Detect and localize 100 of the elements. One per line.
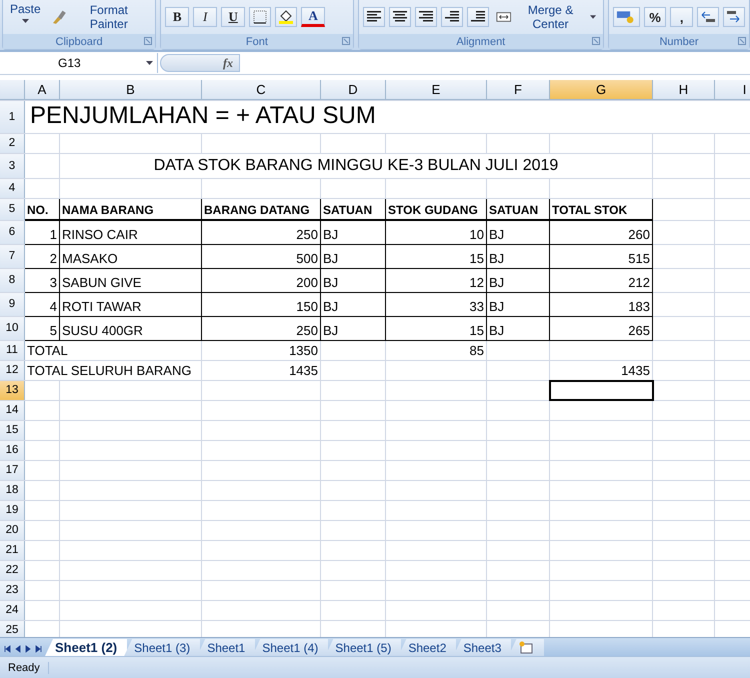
row-header[interactable]: 18 — [0, 481, 25, 500]
row-header[interactable]: 17 — [0, 461, 25, 480]
column-header[interactable]: E — [386, 80, 487, 100]
row-header[interactable]: 11 — [0, 341, 25, 360]
column-header[interactable]: G — [550, 80, 653, 100]
row-header[interactable]: 3 — [0, 154, 25, 178]
paste-button[interactable]: Paste — [7, 0, 44, 23]
arrow-right-icon — [726, 10, 742, 24]
row-header[interactable]: 9 — [0, 293, 25, 316]
row-header[interactable]: 8 — [0, 269, 25, 292]
currency-button[interactable] — [613, 7, 640, 27]
row-header[interactable]: 7 — [0, 245, 25, 268]
table-cell: 515 — [550, 245, 653, 269]
column-heading-cell: SATUAN — [321, 199, 386, 221]
caret-icon — [590, 15, 596, 19]
table-cell: 12 — [386, 269, 487, 293]
row-header[interactable]: 14 — [0, 401, 25, 420]
status-text: Ready — [0, 662, 49, 674]
align-left-button[interactable] — [362, 7, 385, 27]
column-header[interactable]: C — [202, 80, 321, 100]
sheet-tab[interactable]: Sheet1 — [197, 639, 256, 656]
align-right-button[interactable] — [414, 7, 437, 27]
table-cell: 150 — [202, 293, 321, 317]
table-cell: 15 — [386, 245, 487, 269]
sheet-tab[interactable]: Sheet1 (5) — [325, 639, 402, 656]
table-cell: 2 — [25, 245, 60, 269]
table-cell: 33 — [386, 293, 487, 317]
column-header[interactable]: I — [715, 80, 750, 100]
row-header[interactable]: 25 — [0, 621, 25, 637]
new-sheet-icon — [518, 640, 534, 654]
caret-icon — [22, 19, 29, 23]
font-color-button[interactable]: A — [301, 7, 326, 27]
sheet-tab[interactable]: Sheet3 — [453, 639, 512, 656]
align-center-icon — [392, 10, 408, 24]
column-header[interactable]: F — [487, 80, 550, 100]
column-heading-cell: STOK GUDANG — [386, 199, 487, 221]
sheet-tab[interactable]: Sheet2 — [398, 639, 456, 656]
column-heading-cell: TOTAL STOK — [550, 199, 653, 221]
decrease-indent-button[interactable] — [440, 7, 463, 27]
insert-sheet-tab[interactable] — [508, 639, 544, 656]
table-cell: 15 — [386, 317, 487, 341]
increase-indent-icon — [470, 10, 486, 24]
borders-button[interactable] — [249, 7, 272, 27]
row-header[interactable]: 2 — [0, 134, 25, 153]
table-cell: 212 — [550, 269, 653, 293]
bold-button[interactable]: B — [165, 7, 190, 27]
row-header[interactable]: 24 — [0, 601, 25, 620]
column-heading-cell: BARANG DATANG — [202, 199, 321, 221]
row-header[interactable]: 6 — [0, 221, 25, 244]
comma-button[interactable]: , — [670, 7, 694, 27]
underline-button[interactable]: U — [221, 7, 246, 27]
row-header[interactable]: 5 — [0, 199, 25, 220]
align-right-icon — [418, 10, 434, 24]
sheet-tab[interactable]: Sheet1 (4) — [252, 639, 328, 656]
row-header[interactable]: 10 — [0, 317, 25, 340]
align-center-button[interactable] — [388, 7, 411, 27]
column-header[interactable]: H — [653, 80, 715, 100]
row-header[interactable]: 1 — [0, 101, 25, 133]
column-header[interactable]: A — [25, 80, 60, 100]
row-header[interactable]: 20 — [0, 521, 25, 540]
row-header[interactable]: 22 — [0, 561, 25, 580]
insert-function-button[interactable]: fx — [223, 56, 233, 70]
table-cell: 4 — [25, 293, 60, 317]
group-label: Alignment — [358, 34, 603, 49]
column-header[interactable]: B — [60, 80, 202, 100]
row-header[interactable]: 23 — [0, 581, 25, 600]
decrease-decimal-button[interactable] — [723, 7, 746, 27]
table-cell: BJ — [487, 293, 550, 317]
sheet-tab[interactable]: Sheet1 (2) — [45, 639, 128, 656]
row-header[interactable]: 15 — [0, 421, 25, 440]
table-cell: BJ — [321, 269, 386, 293]
row-header[interactable]: 4 — [0, 179, 25, 198]
increase-indent-button[interactable] — [466, 7, 489, 27]
row-header[interactable]: 21 — [0, 541, 25, 560]
increase-decimal-button[interactable] — [697, 7, 720, 27]
table-cell: BJ — [487, 221, 550, 245]
table-cell: BJ — [321, 221, 386, 245]
paintbrush-icon — [50, 10, 67, 24]
merge-center-button[interactable]: Merge & Center — [492, 3, 599, 31]
sheet-tab[interactable]: Sheet1 (3) — [124, 639, 200, 656]
row-header[interactable]: 16 — [0, 441, 25, 460]
table-cell: MASAKO — [60, 245, 202, 269]
sheet-nav-icon[interactable] — [34, 645, 42, 653]
name-box[interactable]: G13 — [0, 53, 158, 73]
column-heading-cell: NAMA BARANG — [60, 199, 202, 221]
table-cell: SABUN GIVE — [60, 269, 202, 293]
row-header[interactable]: 13 — [0, 381, 25, 400]
row-header[interactable]: 12 — [0, 361, 25, 380]
fill-color-button[interactable] — [275, 7, 298, 27]
table-cell: RINSO CAIR — [60, 221, 202, 245]
table-cell: 250 — [202, 221, 321, 245]
table-cell: BJ — [321, 293, 386, 317]
percent-button[interactable]: % — [644, 7, 666, 27]
column-header[interactable]: D — [321, 80, 386, 100]
italic-button[interactable]: I — [193, 7, 218, 27]
format-painter-button[interactable]: Format Painter — [48, 3, 152, 34]
table-cell: 265 — [550, 317, 653, 341]
row-header[interactable]: 19 — [0, 501, 25, 520]
sheet-nav-icon[interactable] — [4, 645, 12, 653]
table-cell: 183 — [550, 293, 653, 317]
